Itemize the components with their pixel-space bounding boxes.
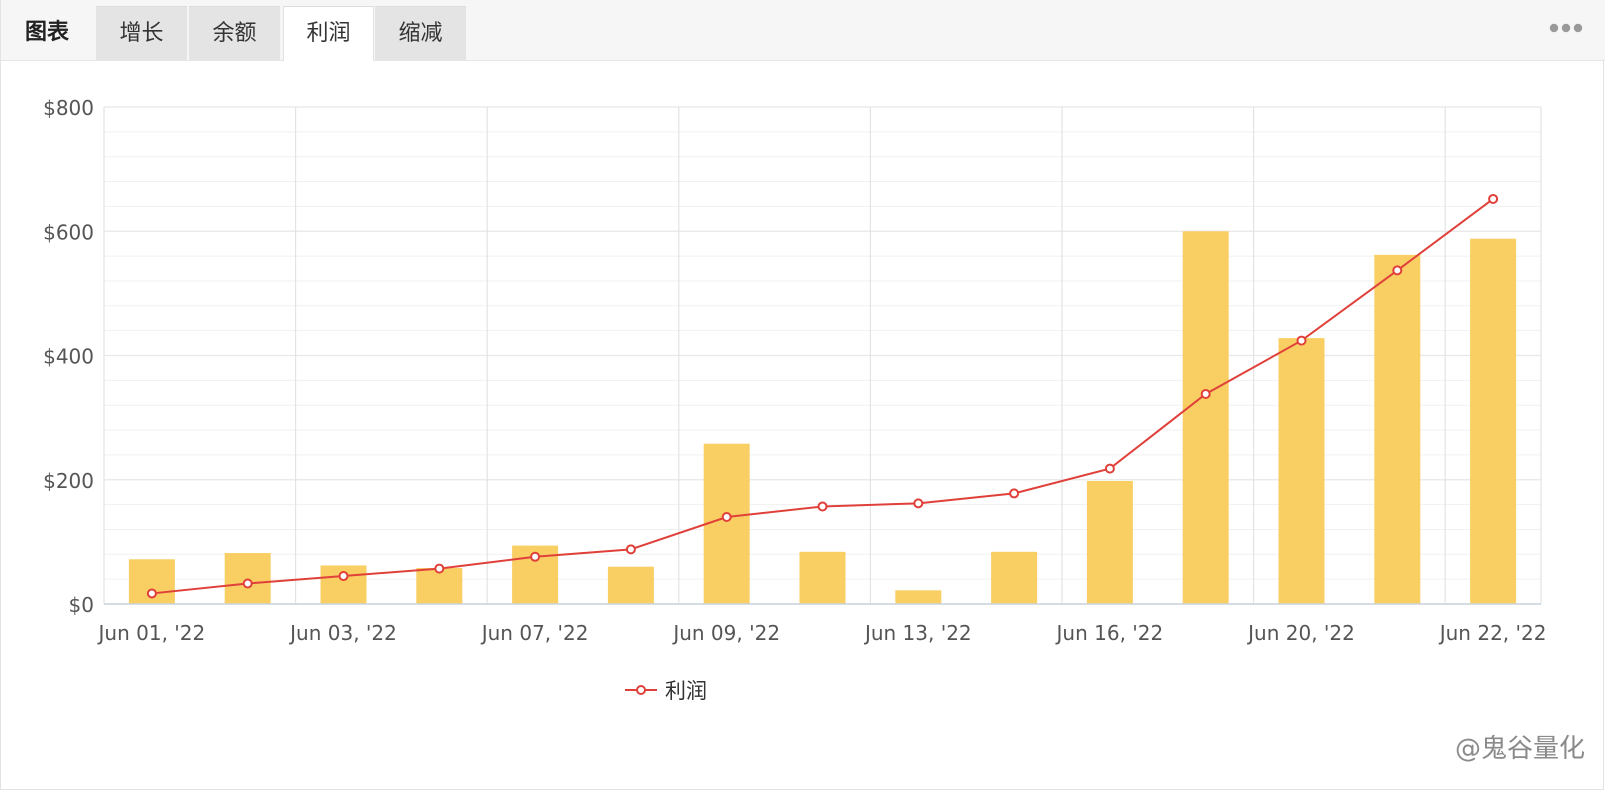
bar [895, 590, 942, 604]
bar [703, 443, 750, 604]
profit-point [1009, 488, 1020, 499]
x-tick-label: Jun 03, '22 [288, 621, 397, 645]
y-tick-label: $200 [43, 469, 94, 493]
profit-point [721, 512, 732, 523]
x-tick-label: Jun 22, '22 [1438, 621, 1547, 645]
more-horizontal-icon[interactable] [1549, 18, 1583, 38]
bar [1182, 231, 1229, 604]
profit-point [1104, 463, 1115, 474]
y-tick-label: $600 [43, 220, 94, 244]
profit-chart: $0 $200 $400 $600 $800 Jun 01, '22 Jun 03, '22… [43, 96, 1547, 703]
panel-title: 图表 [24, 20, 69, 45]
profit-point [146, 588, 157, 599]
chart-panel: 图表 增长 余额 利润 缩减 $0 $200 $400 $600 $800 Jun 01,… [0, 0, 1605, 790]
x-tick-label: Jun 16, '22 [1055, 621, 1164, 645]
y-tick-label: $800 [43, 96, 94, 120]
bar [991, 551, 1038, 604]
profit-point [1392, 265, 1403, 276]
x-tick-label: Jun 13, '22 [863, 621, 972, 645]
profit-point [434, 563, 445, 574]
legend-label: 利润 [665, 679, 707, 703]
bar [1374, 254, 1421, 605]
profit-point [242, 578, 253, 589]
profit-point [1296, 335, 1307, 346]
tab-drawdown[interactable]: 缩减 [375, 6, 466, 60]
profit-point [817, 501, 828, 512]
tab-balance[interactable]: 余额 [189, 6, 280, 60]
profit-point [1200, 389, 1211, 400]
profit-point [625, 544, 636, 555]
bar [1086, 480, 1133, 604]
bar [799, 551, 846, 604]
x-tick-label: Jun 07, '22 [480, 621, 589, 645]
profit-point [530, 551, 541, 562]
bar [1470, 238, 1517, 604]
y-tick-label: $400 [43, 345, 94, 369]
tab-profit[interactable]: 利润 [283, 6, 374, 61]
y-tick-label: $0 [69, 593, 94, 617]
legend-marker [636, 685, 646, 695]
tab-bar: 图表 增长 余额 利润 缩减 [1, 0, 1605, 61]
x-tick-label: Jun 20, '22 [1246, 621, 1355, 645]
bar [1278, 338, 1325, 604]
watermark: @鬼谷量化 [1454, 734, 1585, 764]
profit-point [338, 571, 349, 582]
tab-growth[interactable]: 增长 [96, 6, 187, 60]
profit-point [913, 498, 924, 509]
x-tick-label: Jun 09, '22 [671, 621, 780, 645]
profit-point [1488, 193, 1499, 204]
bar [607, 566, 654, 604]
x-tick-label: Jun 01, '22 [97, 621, 206, 645]
